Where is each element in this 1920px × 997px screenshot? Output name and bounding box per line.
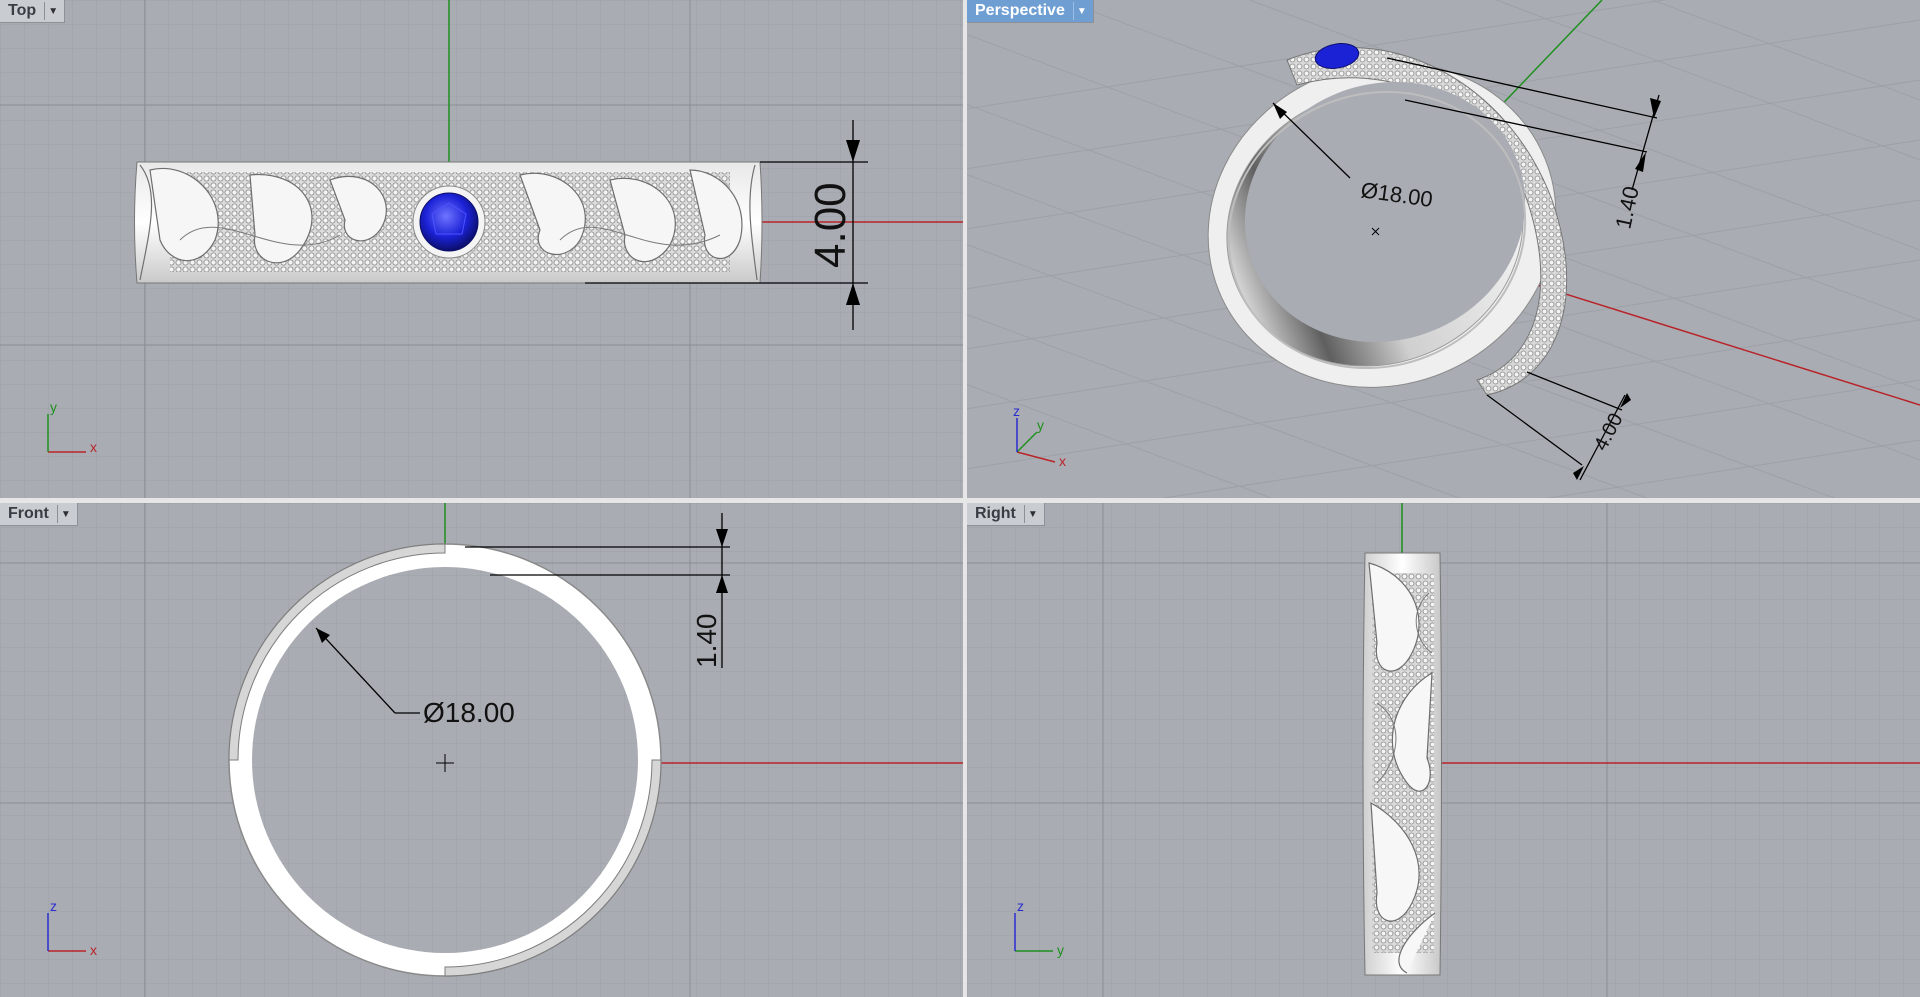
dropdown-arrow-icon[interactable]: ▼ <box>56 505 74 523</box>
svg-text:y: y <box>50 399 57 415</box>
svg-text:4.00: 4.00 <box>1590 410 1628 455</box>
svg-text:x: x <box>90 942 97 958</box>
front-canvas[interactable]: Ø18.00 1.40 x z <box>0 503 963 997</box>
viewport-tab-right[interactable]: Right ▼ <box>967 503 1045 526</box>
svg-text:x: x <box>90 439 97 455</box>
viewport-front[interactable]: Ø18.00 1.40 x z Front ▼ <box>0 503 963 997</box>
dim-label-width: 4.00 <box>806 182 855 268</box>
top-canvas[interactable]: 4.00 x y <box>0 0 963 498</box>
svg-text:z: z <box>1017 898 1024 914</box>
viewport-label: Front <box>8 505 49 522</box>
viewport-top[interactable]: 4.00 x y Top ▼ <box>0 0 963 498</box>
viewport-tab-perspective[interactable]: Perspective ▼ <box>967 0 1094 23</box>
svg-text:x: x <box>1059 453 1066 469</box>
right-canvas[interactable]: y z <box>967 503 1920 997</box>
ring-perspective[interactable] <box>1159 11 1605 440</box>
dropdown-arrow-icon[interactable]: ▼ <box>44 2 61 20</box>
viewport-tab-top[interactable]: Top ▼ <box>0 0 66 23</box>
viewport-divider-horizontal[interactable] <box>0 498 1920 503</box>
perspective-canvas[interactable]: Ø18.00 1.40 4.00 x y z <box>967 0 1920 498</box>
viewport-label: Right <box>975 505 1016 522</box>
svg-text:y: y <box>1037 417 1044 433</box>
svg-text:1.40: 1.40 <box>691 614 722 669</box>
svg-text:z: z <box>1013 403 1020 419</box>
svg-text:Ø18.00: Ø18.00 <box>423 697 515 728</box>
svg-text:1.40: 1.40 <box>1610 184 1643 231</box>
svg-text:y: y <box>1057 942 1064 958</box>
viewport-label: Top <box>8 2 37 19</box>
ring-band-right[interactable] <box>1362 552 1442 976</box>
gem-icon[interactable] <box>412 185 486 259</box>
svg-text:z: z <box>50 898 57 914</box>
viewport-right[interactable]: y z Right ▼ <box>967 503 1920 997</box>
viewport-layout: 4.00 x y Top ▼ Ø18.00 1.40 4.00 x y z Pe… <box>0 0 1920 997</box>
dropdown-arrow-icon[interactable]: ▼ <box>1023 505 1041 523</box>
viewport-tab-front[interactable]: Front ▼ <box>0 503 78 526</box>
viewport-label: Perspective <box>975 2 1065 19</box>
axis-triad-icon: x y z <box>1013 403 1066 469</box>
dropdown-arrow-icon[interactable]: ▼ <box>1072 2 1090 20</box>
viewport-perspective[interactable]: Ø18.00 1.40 4.00 x y z Perspective ▼ <box>967 0 1920 498</box>
